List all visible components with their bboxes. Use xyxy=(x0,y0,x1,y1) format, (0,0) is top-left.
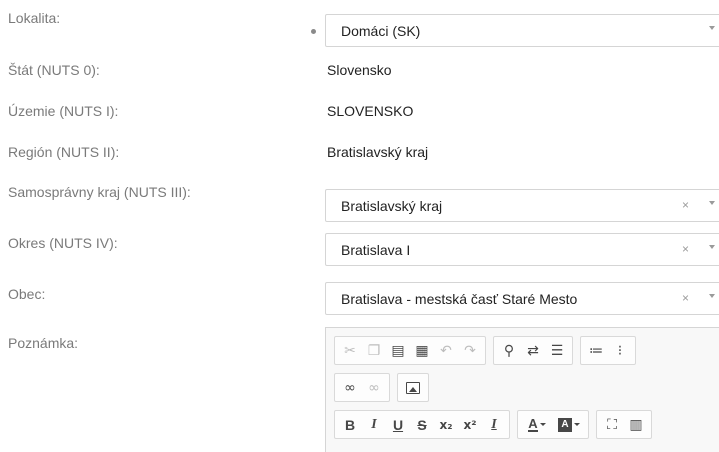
underline-button[interactable]: U xyxy=(386,413,410,437)
superscript-button[interactable]: x² xyxy=(458,413,482,437)
chevron-down-icon[interactable] xyxy=(709,201,715,205)
image-button[interactable] xyxy=(401,376,425,400)
find-icon[interactable]: ⚲ xyxy=(497,339,521,363)
italic-button[interactable]: I xyxy=(362,413,386,437)
lokalita-select[interactable]: Domáci (SK) xyxy=(325,14,719,47)
bold-button[interactable]: B xyxy=(338,413,362,437)
subscript-button[interactable]: x₂ xyxy=(434,413,458,437)
maximize-icon[interactable]: ⛶ xyxy=(600,413,624,437)
text-color-button[interactable]: A xyxy=(521,413,553,437)
clear-icon[interactable]: × xyxy=(682,291,689,305)
editing-group: ⚲ ⇄ ☰ xyxy=(493,336,573,365)
editor-toolbar-row-1: ✂ ❐ ▤ ▦ ↶ ↷ ⚲ ⇄ ☰ ≔ ⁝ xyxy=(334,336,643,365)
bulleted-list-icon[interactable]: ⁝ xyxy=(608,339,632,363)
colors-group: A A xyxy=(517,410,589,439)
basic-styles-group: B I U S x₂ x² I xyxy=(334,410,510,439)
stat-label: Štát (NUTS 0): xyxy=(8,62,100,78)
show-blocks-icon[interactable]: ▥ xyxy=(624,413,648,437)
strikethrough-button[interactable]: S xyxy=(410,413,434,437)
redo-icon[interactable]: ↷ xyxy=(458,339,482,363)
chevron-down-icon[interactable] xyxy=(709,245,715,249)
chevron-down-icon[interactable] xyxy=(709,294,715,298)
clipboard-group: ✂ ❐ ▤ ▦ ↶ ↷ xyxy=(334,336,486,365)
clear-icon[interactable]: × xyxy=(682,242,689,256)
cut-icon[interactable]: ✂ xyxy=(338,339,362,363)
select-all-icon[interactable]: ☰ xyxy=(545,339,569,363)
uzemie-value: SLOVENSKO xyxy=(327,103,414,119)
poznamka-label: Poznámka: xyxy=(8,335,79,351)
tools-group: ⛶ ▥ xyxy=(596,410,652,439)
okres-select[interactable]: Bratislava I × xyxy=(325,233,719,266)
background-color-icon: A xyxy=(558,417,572,432)
obec-label: Obec: xyxy=(8,286,46,302)
chevron-down-icon[interactable] xyxy=(709,26,715,30)
chevron-down-icon xyxy=(574,423,580,426)
unlink-icon[interactable]: ∞ xyxy=(362,376,386,400)
insert-group xyxy=(397,373,429,402)
obec-select[interactable]: Bratislava - mestská časť Staré Mesto × xyxy=(325,282,719,315)
lokalita-selected-value: Domáci (SK) xyxy=(341,23,421,39)
stat-value: Slovensko xyxy=(327,62,392,78)
paste-icon[interactable]: ▤ xyxy=(386,339,410,363)
region-value: Bratislavský kraj xyxy=(327,144,429,160)
kraj-selected-value: Bratislavský kraj xyxy=(341,198,443,214)
chevron-down-icon xyxy=(539,423,546,426)
background-color-button[interactable]: A xyxy=(553,413,585,437)
links-group: ∞ ∞ xyxy=(334,373,390,402)
lokalita-label: Lokalita: xyxy=(8,10,61,26)
kraj-select[interactable]: Bratislavský kraj × xyxy=(325,189,719,222)
list-group: ≔ ⁝ xyxy=(580,336,636,365)
rich-text-editor[interactable]: ✂ ❐ ▤ ▦ ↶ ↷ ⚲ ⇄ ☰ ≔ ⁝ ∞ ∞ B I U S x₂ x² … xyxy=(325,327,719,452)
region-label: Región (NUTS II): xyxy=(8,144,120,160)
copy-icon[interactable]: ❐ xyxy=(362,339,386,363)
numbered-list-icon[interactable]: ≔ xyxy=(584,339,608,363)
paste-text-icon[interactable]: ▦ xyxy=(410,339,434,363)
required-indicator xyxy=(311,29,316,34)
okres-label: Okres (NUTS IV): xyxy=(8,235,118,251)
obec-selected-value: Bratislava - mestská časť Staré Mesto xyxy=(341,291,578,307)
uzemie-label: Územie (NUTS I): xyxy=(8,103,119,119)
text-color-icon: A xyxy=(528,416,538,432)
editor-toolbar-row-3: B I U S x₂ x² I A A ⛶ ▥ xyxy=(334,410,659,439)
remove-format-button[interactable]: I xyxy=(482,413,506,437)
image-icon xyxy=(406,381,420,394)
clear-icon[interactable]: × xyxy=(682,198,689,212)
kraj-label: Samosprávny kraj (NUTS III): xyxy=(8,184,191,200)
undo-icon[interactable]: ↶ xyxy=(434,339,458,363)
link-icon[interactable]: ∞ xyxy=(338,376,362,400)
editor-toolbar-row-2: ∞ ∞ xyxy=(334,373,436,402)
okres-selected-value: Bratislava I xyxy=(341,242,411,258)
replace-icon[interactable]: ⇄ xyxy=(521,339,545,363)
